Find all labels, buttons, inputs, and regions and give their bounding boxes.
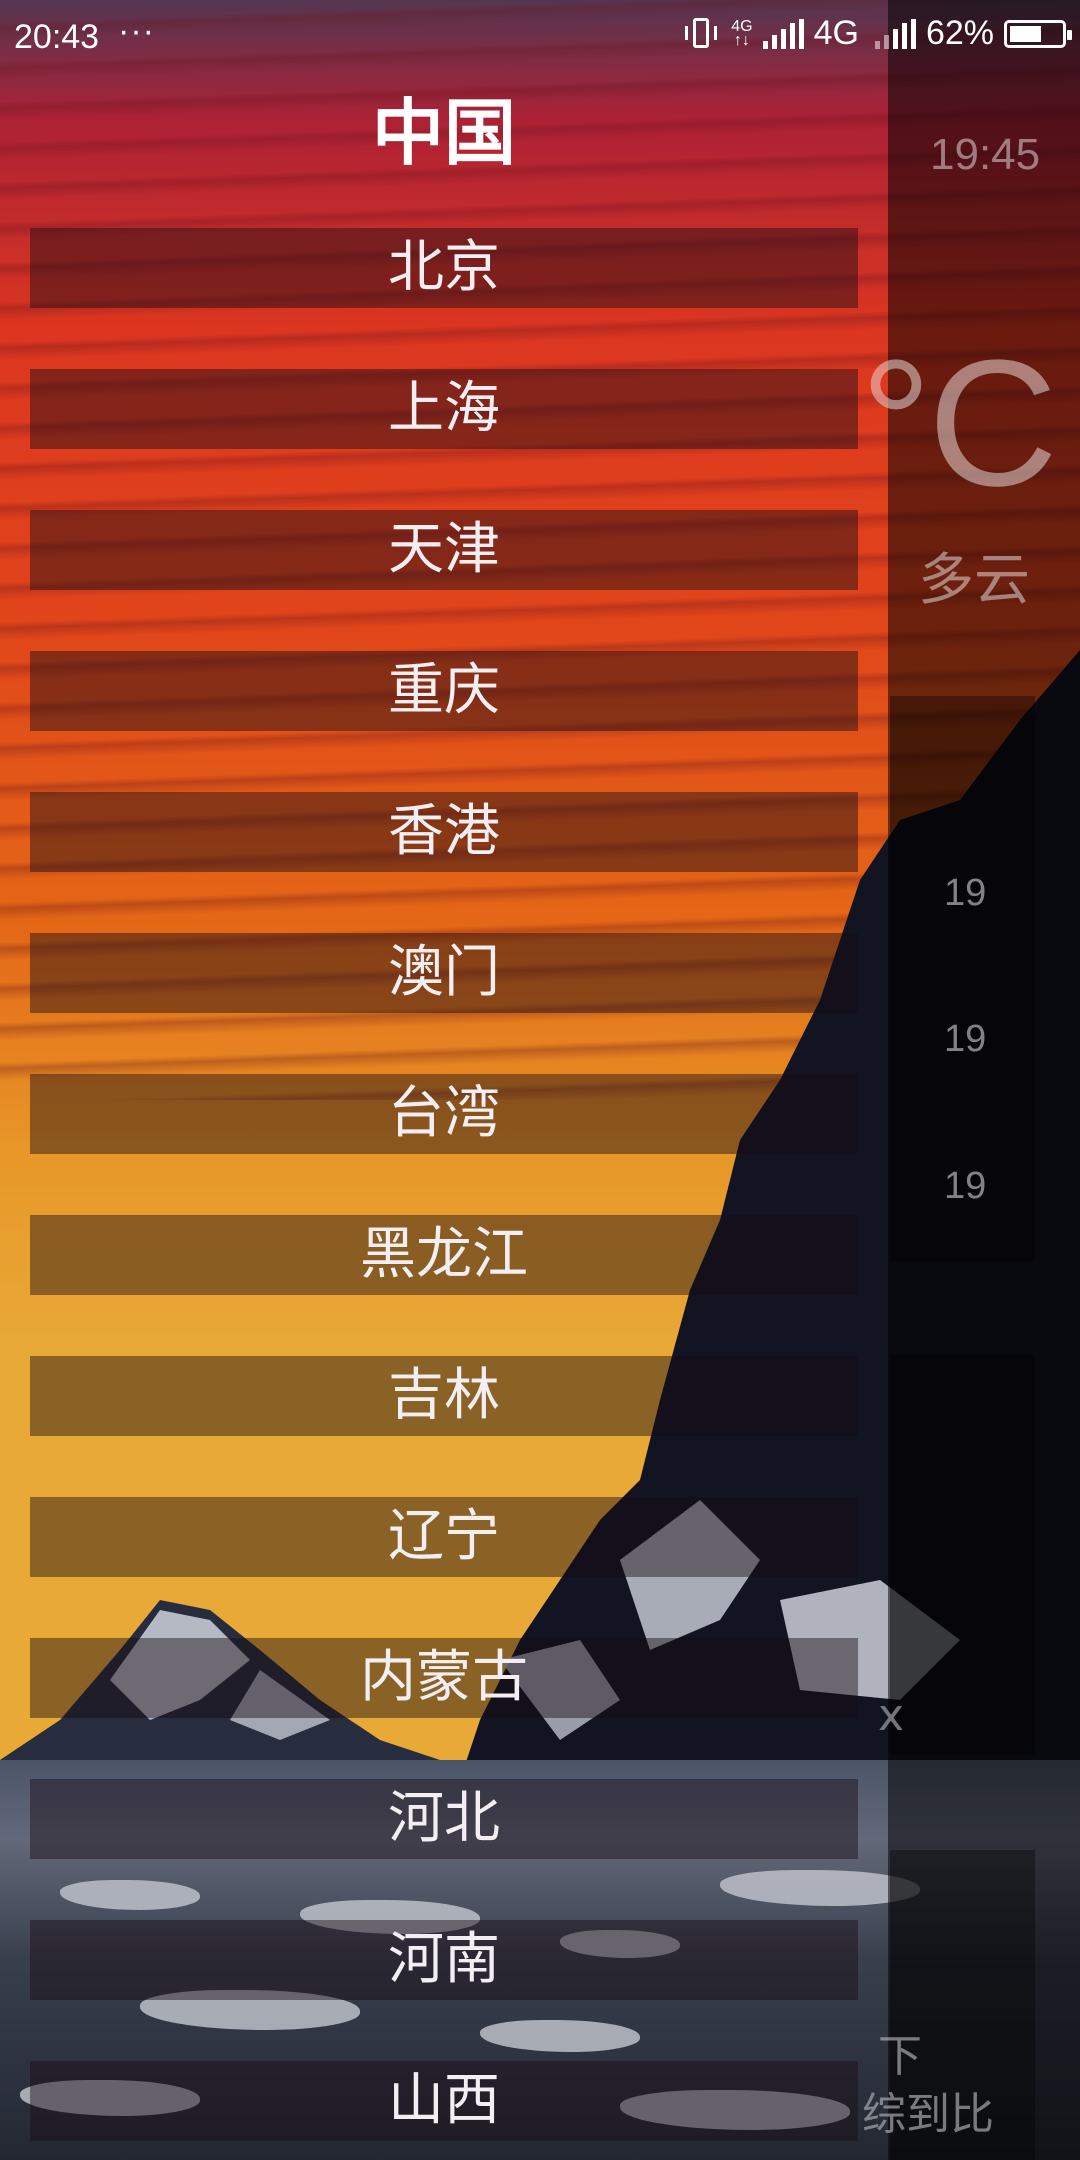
weather-description: 多云 [918,548,1030,613]
city-item[interactable]: 北京 [30,228,858,308]
city-item[interactable]: 上海 [30,369,858,449]
status-time: 20:43 [14,18,100,56]
city-item[interactable]: 黑龙江 [30,1215,858,1295]
city-item[interactable]: 台湾 [30,1074,858,1154]
city-item[interactable]: 香港 [30,792,858,872]
city-item[interactable]: 重庆 [30,651,858,731]
city-item[interactable]: 辽宁 [30,1497,858,1577]
city-item[interactable]: 山西 [30,2061,858,2141]
city-item[interactable]: 河北 [30,1779,858,1859]
forecast-value: 19 [944,872,987,914]
city-drawer: 中国 北京 上海 天津 重庆 香港 澳门 台湾 黑龙江 吉林 辽宁 内蒙古 河北… [0,0,888,2160]
aqi-panel [890,1355,1035,1755]
vibrate-icon [681,16,721,52]
drawer-title: 中国 [371,91,516,175]
forecast-value: 19 [944,1018,987,1060]
status-icons: 4G ↑↓ 4G 62% [681,14,1072,53]
city-item[interactable]: 内蒙古 [30,1638,858,1718]
status-bar: 20:43 ··· 4G ↑↓ 4G 62% [0,0,1080,78]
signal-icon [874,18,916,49]
city-item[interactable]: 吉林 [30,1356,858,1436]
battery-icon [1004,19,1072,48]
city-item[interactable]: 天津 [30,510,858,590]
more-notifications-icon: ··· [118,12,155,50]
battery-percent: 62% [925,14,994,52]
city-item[interactable]: 澳门 [30,933,858,1013]
city-item[interactable]: 河南 [30,1920,858,2000]
network-type-small: 4G ↑↓ [731,17,753,49]
forecast-value: 19 [944,1165,987,1207]
temperature: °C [860,323,1058,524]
network-type: 4G [813,14,859,52]
update-time: 19:45 [930,130,1041,179]
signal-icon [762,18,804,49]
